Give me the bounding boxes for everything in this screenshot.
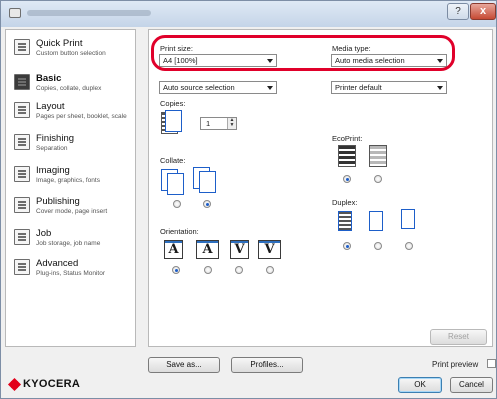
ok-button[interactable]: OK [398,377,442,393]
sidebar-item-sublabel: Custom button selection [36,50,106,57]
ecoprint-label: EcoPrint: [332,134,363,143]
kyocera-logo-mark-icon [7,377,22,392]
sidebar-item-finishing[interactable]: Finishing Separation [7,127,134,161]
imaging-icon [14,166,30,182]
orientation-landscape-icon: A [196,240,219,259]
settings-sidebar: Quick Print Custom button selection Basi… [5,29,136,347]
duplex-off-radio[interactable] [343,242,351,250]
cancel-button[interactable]: Cancel [450,377,493,393]
sidebar-item-quick-print[interactable]: Quick Print Custom button selection [7,32,134,66]
advanced-icon [14,259,30,275]
title-bar: ? x [1,1,496,27]
window-title-redacted [27,10,151,16]
sidebar-item-label: Basic [36,73,62,84]
sidebar-item-label: Quick Print [36,38,83,49]
ecoprint-on-icon [369,145,387,167]
printer-app-icon [9,8,21,18]
sidebar-item-imaging[interactable]: Imaging Image, graphics, fonts [7,159,134,193]
collated-icon [199,171,216,193]
chevron-down-icon [437,86,443,90]
save-as-button[interactable]: Save as... [148,357,220,373]
duplex-long-edge-icon [369,211,383,231]
sidebar-item-layout[interactable]: Layout Pages per sheet, booklet, scale [7,95,134,129]
orientation-rotated-portrait-icon: V [230,240,249,259]
orientation-portrait-icon: A [164,240,183,259]
finishing-icon [14,134,30,150]
sidebar-item-advanced[interactable]: Advanced Plug-ins, Status Monitor [7,252,134,286]
layout-icon [14,102,30,118]
orientation-radio-4[interactable] [266,266,274,274]
destination-select[interactable]: Printer default [331,81,447,94]
collate-label: Collate: [160,156,186,165]
orientation-rotated-landscape-icon: V [258,240,281,259]
ecoprint-on-radio[interactable] [374,175,382,183]
copies-value: 1 [206,119,211,128]
source-value: Auto source selection [163,83,235,92]
duplex-long-edge-radio[interactable] [374,242,382,250]
sidebar-item-sublabel: Copies, collate, duplex [36,85,102,92]
print-preview-checkbox[interactable] [487,359,496,368]
uncollated-icon [167,173,184,195]
orientation-radio-2[interactable] [204,266,212,274]
printer-icon [14,74,30,90]
duplex-label: Duplex: [332,198,358,207]
sidebar-item-label: Job [36,228,52,239]
source-select[interactable]: Auto source selection [159,81,277,94]
print-preview-label: Print preview [432,360,479,369]
publishing-icon [14,197,30,213]
ecoprint-off-radio[interactable] [343,175,351,183]
copies-page-icon [165,110,182,132]
duplex-off-icon [338,211,352,231]
chevron-down-icon [267,86,273,90]
copies-label: Copies: [160,99,186,108]
profiles-button[interactable]: Profiles... [231,357,303,373]
print-dialog-window: ? x Quick Print Custom button selection … [0,0,497,399]
sidebar-item-label: Imaging [36,165,70,176]
sidebar-item-sublabel: Job storage, job name [36,240,101,247]
collate-on-radio[interactable] [203,200,211,208]
highlight-outline [151,35,455,71]
sidebar-item-publishing[interactable]: Publishing Cover mode, page insert [7,190,134,224]
copies-stepper[interactable]: 1 ▲ ▼ [200,117,237,130]
sidebar-item-sublabel: Plug-ins, Status Monitor [36,270,106,277]
orientation-radio-3[interactable] [235,266,243,274]
sidebar-item-job[interactable]: Job Job storage, job name [7,222,134,256]
quick-print-icon [14,39,30,55]
job-icon [14,229,30,245]
sidebar-item-label: Finishing [36,133,75,144]
close-button[interactable]: x [470,3,496,20]
sidebar-item-label: Publishing [36,196,80,207]
duplex-short-edge-icon [401,209,415,229]
sidebar-item-label: Layout [36,101,65,112]
destination-value: Printer default [335,83,382,92]
sidebar-item-sublabel: Pages per sheet, booklet, scale [36,113,127,120]
sidebar-item-sublabel: Image, graphics, fonts [36,177,100,184]
ecoprint-off-icon [338,145,356,167]
sidebar-item-sublabel: Separation [36,145,68,152]
kyocera-logo: KYOCERA [23,378,81,390]
collate-off-radio[interactable] [173,200,181,208]
sidebar-item-label: Advanced [36,258,79,269]
duplex-short-edge-radio[interactable] [405,242,413,250]
sidebar-item-sublabel: Cover mode, page insert [36,208,108,215]
help-button[interactable]: ? [447,3,469,20]
orientation-label: Orientation: [160,227,199,236]
stepper-arrows-icon[interactable]: ▲ ▼ [227,118,236,129]
reset-button[interactable]: Reset [430,329,487,345]
orientation-radio-1[interactable] [172,266,180,274]
